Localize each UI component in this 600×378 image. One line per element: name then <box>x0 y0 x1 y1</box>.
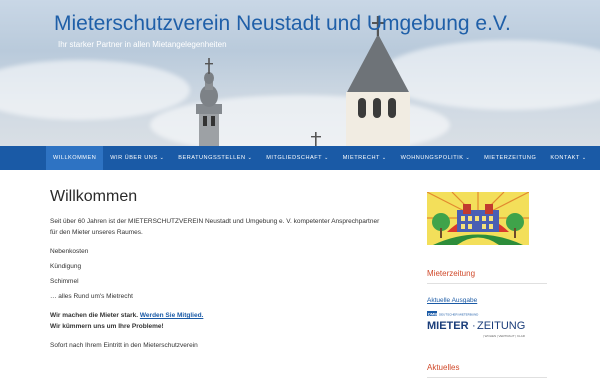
main-navigation: WILLKOMMEN WIR ÜBER UNS ⌄ BERATUNGSSTELLE… <box>0 146 600 170</box>
nav-item-wir-ueber-uns[interactable]: WIR ÜBER UNS ⌄ <box>103 146 171 170</box>
chevron-down-icon: ⌄ <box>324 155 329 161</box>
mieterzeitung-logo[interactable]: DMB DEUTSCHER MIETERBUND MIETER · ZEITUN… <box>427 310 531 348</box>
current-issue-row: Aktuelle Ausgabe <box>427 289 547 307</box>
join-link[interactable]: Werden Sie Mitglied. <box>140 312 203 319</box>
nav-label: BERATUNGSSTELLEN <box>178 155 246 161</box>
topic-item: … alles Rund um's Mietrecht <box>50 293 133 300</box>
current-issue-link[interactable]: Aktuelle Ausgabe <box>427 297 477 304</box>
nav-label: MITGLIEDSCHAFT <box>266 155 323 161</box>
dmb-subtitle: DEUTSCHER MIETERBUND <box>439 312 479 316</box>
intro-paragraph: Seit über 60 Jahren ist der MIETERSCHUTZ… <box>50 218 380 236</box>
chevron-down-icon: ⌄ <box>159 155 165 161</box>
nav-label: KONTAKT <box>550 155 580 161</box>
header-banner: Mieterschutzverein Neustadt und Umgebung… <box>0 0 600 146</box>
topic-item: Kündigung <box>50 263 82 270</box>
cta-prefix: Wir machen die Mieter stark. <box>50 312 139 319</box>
sidebar: Mieterzeitung Aktuelle Ausgabe DMB DEUTS… <box>427 192 547 378</box>
svg-text:·: · <box>472 320 476 332</box>
association-emblem-image <box>427 192 529 245</box>
nav-item-willkommen[interactable]: WILLKOMMEN <box>46 146 104 170</box>
nav-item-mitgliedschaft[interactable]: MITGLIEDSCHAFT ⌄ <box>259 146 336 170</box>
chevron-down-icon: ⌄ <box>465 155 471 161</box>
nav-label: MIETRECHT <box>342 155 380 161</box>
widget-title-aktuelles: Aktuelles <box>427 363 547 378</box>
nav-item-kontakt[interactable]: KONTAKT ⌄ <box>543 146 593 170</box>
widget-title-mieterzeitung: Mieterzeitung <box>427 269 547 284</box>
nav-label: WILLKOMMEN <box>53 155 97 161</box>
nav-label: WOHNUNGSPOLITIK <box>400 155 464 161</box>
chevron-down-icon: ⌄ <box>381 155 387 161</box>
nav-item-wohnungspolitik[interactable]: WOHNUNGSPOLITIK ⌄ <box>394 146 478 170</box>
site-tagline: Ihr starker Partner in allen Mietangeleg… <box>58 40 227 49</box>
chevron-down-icon: ⌄ <box>581 155 587 161</box>
logo-zeitung: ZEITUNG <box>477 320 525 332</box>
site-title[interactable]: Mieterschutzverein Neustadt und Umgebung… <box>54 12 511 36</box>
nav-item-mietrecht[interactable]: MIETRECHT ⌄ <box>336 146 394 170</box>
chevron-down-icon: ⌄ <box>247 155 253 161</box>
cta-second: Wir kümmern uns um Ihre Probleme! <box>50 323 164 330</box>
topic-list: Nebenkosten Kündigung Schimmel … alles R… <box>50 246 380 302</box>
main-content: Willkommen Seit über 60 Jahren ist der M… <box>50 188 380 351</box>
logo-subline: | WOHEN | VERTRAUT | KLAR <box>483 334 526 338</box>
nav-item-mieterzeitung[interactable]: MIETERZEITUNG <box>477 146 543 170</box>
logo-mieter: MIETER <box>427 320 469 332</box>
topic-item: Nebenkosten <box>50 248 89 255</box>
topic-item: Schimmel <box>50 278 79 285</box>
after-join-paragraph: Sofort nach Ihrem Eintritt in den Mieter… <box>50 342 198 349</box>
nav-label: MIETERZEITUNG <box>484 155 537 161</box>
nav-label: WIR ÜBER UNS <box>110 155 158 161</box>
dmb-badge: DMB <box>428 311 437 316</box>
cta-line: Wir machen die Mieter stark. Werden Sie … <box>50 310 380 321</box>
nav-item-beratungsstellen[interactable]: BERATUNGSSTELLEN ⌄ <box>171 146 259 170</box>
page-title: Willkommen <box>50 188 138 205</box>
